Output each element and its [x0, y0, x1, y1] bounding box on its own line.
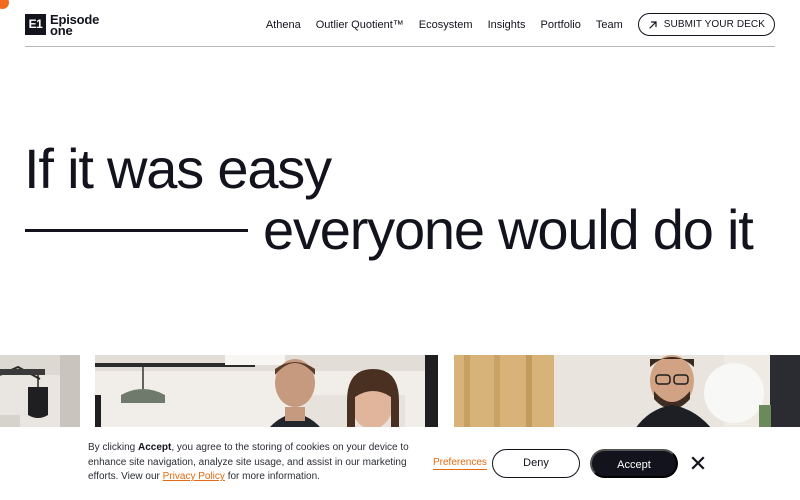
nav-item-ecosystem[interactable]: Ecosystem — [419, 19, 473, 31]
accept-button[interactable]: Accept — [590, 449, 678, 478]
cookie-message: By clicking Accept, you agree to the sto… — [88, 441, 420, 485]
cursor-indicator — [0, 0, 9, 9]
cookie-text-prefix: By clicking — [88, 442, 139, 453]
main-nav: Athena Outlier Quotient™ Ecosystem Insig… — [266, 13, 775, 36]
nav-item-athena[interactable]: Athena — [266, 19, 301, 31]
close-icon[interactable] — [691, 456, 705, 470]
nav-item-portfolio[interactable]: Portfolio — [540, 19, 580, 31]
hero-headline-line-1: If it was easy — [24, 137, 332, 200]
cookie-text-accept-emphasis: Accept — [138, 442, 172, 453]
privacy-policy-link[interactable]: Privacy Policy — [163, 471, 225, 482]
logo[interactable]: E1 Episode one — [25, 12, 110, 38]
submit-deck-label: SUBMIT YOUR DECK — [663, 19, 765, 30]
preferences-link[interactable]: Preferences — [433, 457, 487, 470]
cookie-banner: By clicking Accept, you agree to the sto… — [0, 427, 800, 500]
logo-mark: E1 — [25, 14, 46, 35]
hero-divider — [25, 229, 248, 232]
submit-deck-button[interactable]: SUBMIT YOUR DECK — [637, 13, 775, 36]
hero-headline-line-2: everyone would do it — [263, 198, 754, 261]
nav-item-outlier-quotient[interactable]: Outlier Quotient™ — [316, 19, 404, 31]
logo-text: Episode one — [50, 12, 100, 38]
deny-button[interactable]: Deny — [492, 449, 580, 478]
nav-item-insights[interactable]: Insights — [488, 19, 526, 31]
nav-item-team[interactable]: Team — [596, 19, 623, 31]
cookie-text-suffix: for more information. — [224, 471, 320, 482]
arrow-up-right-icon — [649, 20, 657, 29]
site-header: E1 Episode one Athena Outlier Quotient™ … — [25, 0, 775, 47]
